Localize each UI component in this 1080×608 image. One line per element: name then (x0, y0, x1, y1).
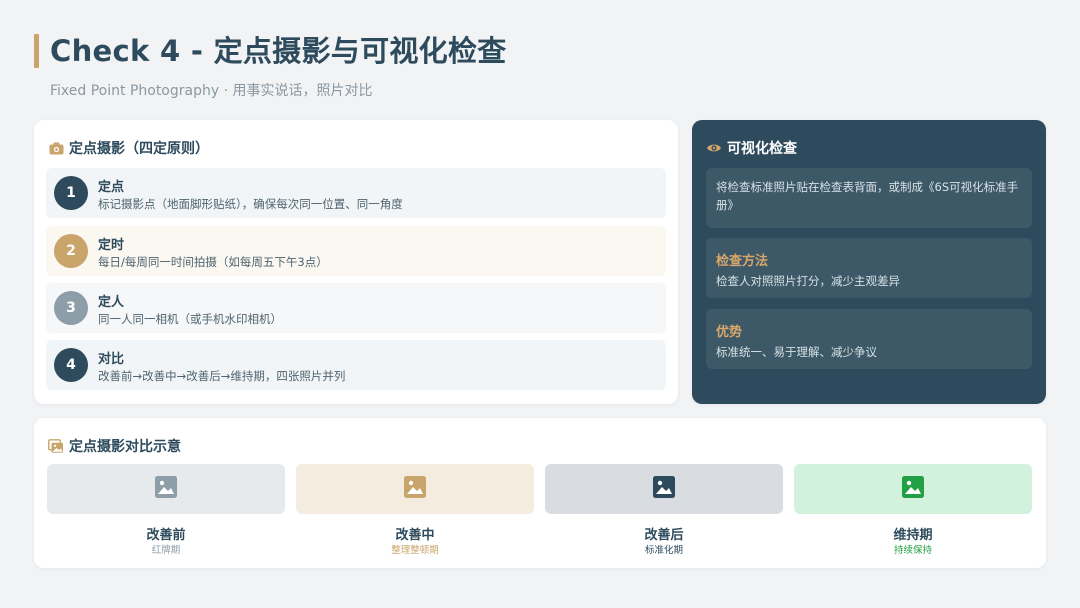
principles-header: 定点摄影（四定原则） (48, 138, 209, 158)
visual-check-title: 可视化检查 (727, 141, 797, 157)
stage-name-during: 改善中 (395, 528, 435, 543)
image-icon (404, 476, 426, 502)
method-desc: 检查人对照照片打分，减少主观差异 (716, 274, 900, 288)
principle-title: 定点 (98, 180, 125, 195)
principle-item: 2 定时 每日/每周同一时间拍摄（如每周五下午3点） (46, 226, 666, 276)
stage-sub-maintain: 持续保持 (893, 545, 932, 556)
page-title: Check 4 - 定点摄影与可视化检查 (50, 34, 507, 68)
visual-check-card: 可视化检查 将检查标准照片贴在检查表背面，或制成《6S可视化标准手册》 检查方法… (692, 120, 1046, 404)
principle-number-badge: 3 (54, 291, 88, 325)
title-accent-bar (34, 34, 39, 68)
principle-number-badge: 2 (54, 234, 88, 268)
comparison-header: 定点摄影对比示意 (48, 436, 181, 456)
principle-desc: 改善前→改善中→改善后→维持期，四张照片并列 (98, 369, 346, 383)
photo-placeholder-before (47, 464, 285, 514)
intro-text: 将检查标准照片贴在检查表背面，或制成《6S可视化标准手册》 (716, 180, 1019, 212)
advantage-title: 优势 (716, 325, 743, 340)
intro-box: 将检查标准照片贴在检查表背面，或制成《6S可视化标准手册》 (706, 168, 1032, 228)
photo-placeholder-after (545, 464, 783, 514)
comparison-card: 定点摄影对比示意 改善前 红牌期 改善中 整理整顿期 改善后 标准化期 维持期 … (34, 418, 1046, 568)
principle-item: 1 定点 标记摄影点（地面脚形贴纸），确保每次同一位置、同一角度 (46, 168, 666, 218)
principles-card: 定点摄影（四定原则） 1 定点 标记摄影点（地面脚形贴纸），确保每次同一位置、同… (34, 120, 678, 404)
images-icon (48, 438, 64, 454)
method-title: 检查方法 (716, 254, 769, 269)
principles-title: 定点摄影（四定原则） (69, 141, 209, 157)
principle-desc: 同一人同一相机（或手机水印相机） (98, 312, 282, 326)
visual-check-header: 可视化检查 (706, 138, 797, 158)
photo-placeholder-maintain (794, 464, 1032, 514)
page-subtitle: Fixed Point Photography · 用事实说话，照片对比 (50, 83, 373, 99)
principle-desc: 标记摄影点（地面脚形贴纸），确保每次同一位置、同一角度 (98, 197, 403, 211)
camera-icon (48, 140, 64, 156)
eye-icon (706, 140, 722, 156)
stage-name-maintain: 维持期 (893, 528, 933, 543)
stage-sub-before: 红牌期 (151, 545, 181, 556)
advantage-box: 优势 标准统一、易于理解、减少争议 (706, 309, 1032, 369)
principle-desc: 每日/每周同一时间拍摄（如每周五下午3点） (98, 255, 328, 269)
image-icon (155, 476, 177, 502)
principle-number-badge: 1 (54, 176, 88, 210)
stage-name-after: 改善后 (644, 528, 684, 543)
image-icon (902, 476, 924, 502)
principle-number-badge: 4 (54, 348, 88, 382)
stage-sub-during: 整理整顿期 (391, 545, 439, 556)
principle-title: 定人 (98, 295, 125, 310)
photo-placeholder-during (296, 464, 534, 514)
principle-title: 定时 (98, 238, 125, 253)
principle-item: 3 定人 同一人同一相机（或手机水印相机） (46, 283, 666, 333)
stage-sub-after: 标准化期 (644, 545, 683, 556)
principle-item: 4 对比 改善前→改善中→改善后→维持期，四张照片并列 (46, 340, 666, 390)
comparison-title: 定点摄影对比示意 (69, 439, 181, 455)
stage-name-before: 改善前 (146, 528, 186, 543)
advantage-desc: 标准统一、易于理解、减少争议 (716, 345, 877, 359)
method-box: 检查方法 检查人对照照片打分，减少主观差异 (706, 238, 1032, 298)
principle-title: 对比 (98, 352, 125, 367)
image-icon (653, 476, 675, 502)
